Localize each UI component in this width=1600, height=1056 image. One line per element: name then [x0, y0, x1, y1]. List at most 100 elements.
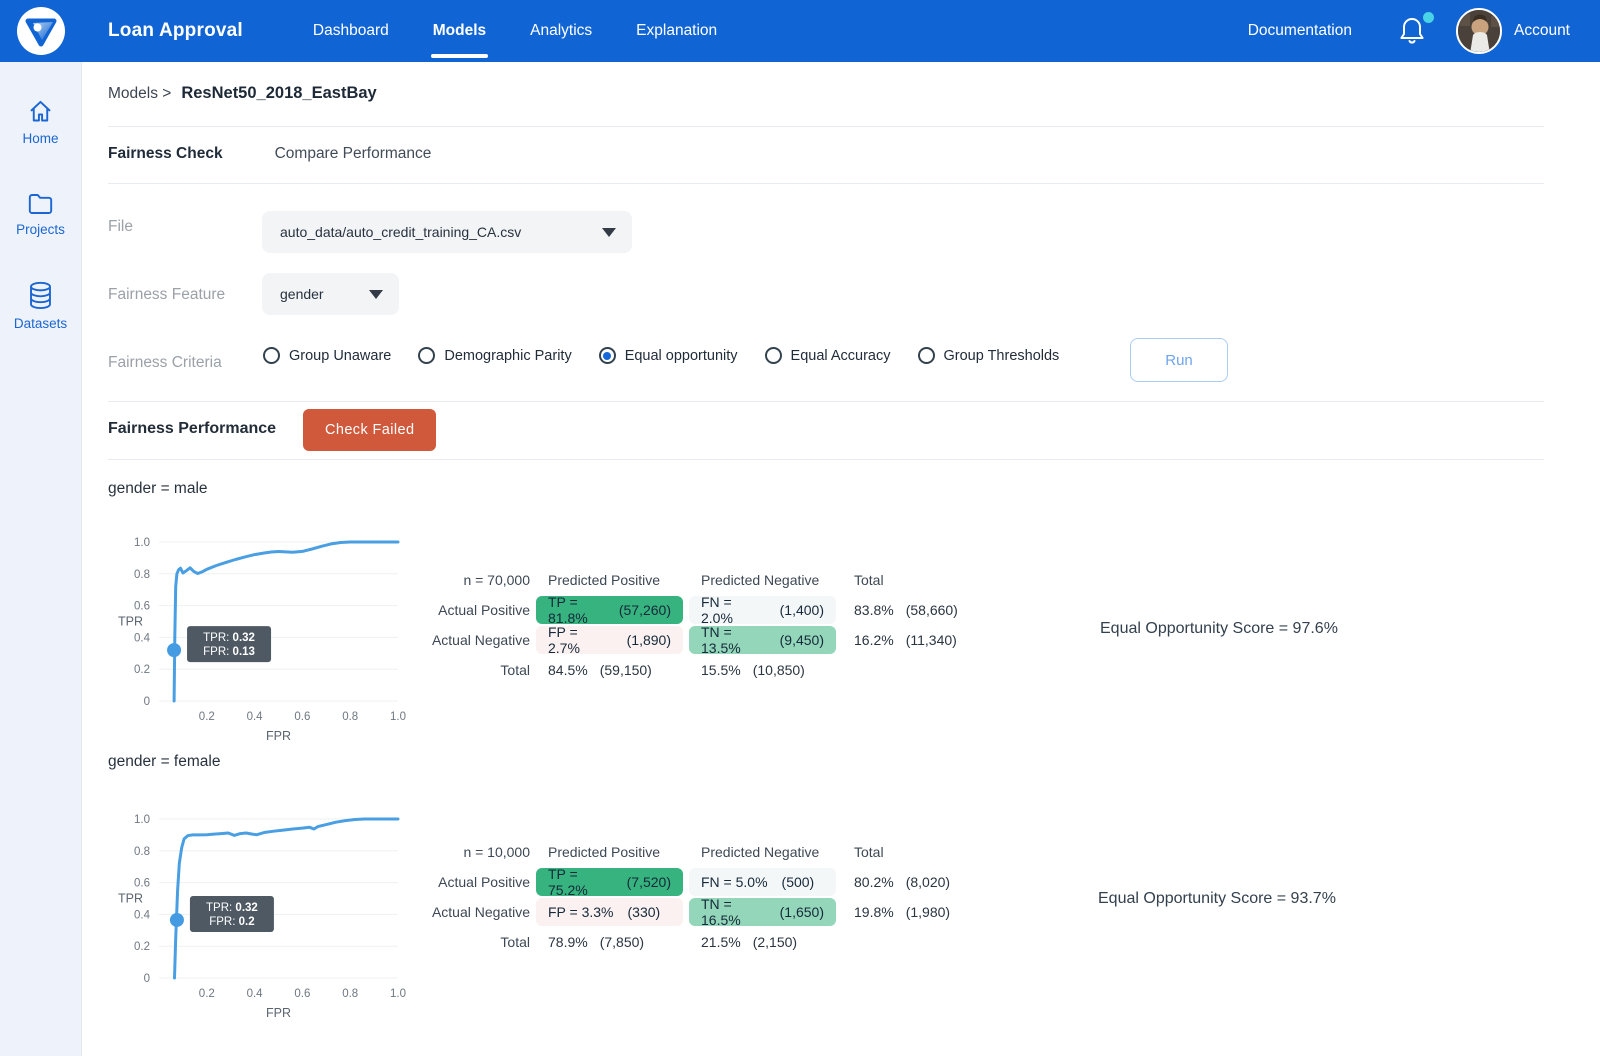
tn-cell: TN = 13.5%(9,450) — [689, 626, 836, 654]
fairness-criteria-label: Fairness Criteria — [108, 354, 222, 372]
divider — [108, 126, 1544, 127]
fairness-feature-dropdown[interactable]: gender — [262, 273, 399, 315]
svg-text:1.0: 1.0 — [390, 711, 406, 723]
nav-explanation[interactable]: Explanation — [636, 0, 717, 62]
equal-opportunity-score-male: Equal Opportunity Score = 97.6% — [1100, 620, 1338, 638]
breadcrumb-model-name: ResNet50_2018_EastBay — [181, 84, 376, 102]
file-label: File — [108, 218, 133, 236]
sidebar-item-label: Projects — [16, 222, 65, 237]
sidebar-item-datasets[interactable]: Datasets — [0, 281, 81, 331]
divider — [108, 401, 1544, 402]
top-nav: Dashboard Models Analytics Explanation — [313, 0, 717, 62]
svg-text:1.0: 1.0 — [134, 814, 150, 826]
svg-text:FPR: FPR — [266, 1006, 291, 1020]
radio-label: Equal Accuracy — [791, 348, 891, 364]
row-total: 83.8%(58,660) — [842, 596, 992, 624]
matrix-row-label: Actual Positive — [430, 868, 530, 896]
divider — [108, 459, 1544, 460]
radio-label: Equal opportunity — [625, 348, 738, 364]
tab-compare-performance[interactable]: Compare Performance — [275, 145, 432, 163]
svg-text:0.4: 0.4 — [134, 632, 151, 644]
matrix-row-label: Total — [430, 656, 530, 684]
app-logo[interactable] — [0, 7, 82, 55]
radio-checked-icon — [599, 347, 616, 364]
file-dropdown[interactable]: auto_data/auto_credit_training_CA.csv — [262, 211, 632, 253]
tab-bar: Fairness Check Compare Performance — [108, 145, 431, 163]
nav-models[interactable]: Models — [433, 0, 486, 62]
matrix-row-label: Actual Negative — [430, 898, 530, 926]
radio-icon — [418, 347, 435, 364]
svg-text:0.8: 0.8 — [342, 988, 358, 1000]
svg-text:TPR: 0.32: TPR: 0.32 — [206, 902, 258, 914]
svg-text:TPR: TPR — [118, 615, 143, 629]
matrix-col-header: Total — [842, 566, 992, 594]
svg-text:0.2: 0.2 — [199, 711, 215, 723]
radio-group-thresholds[interactable]: Group Thresholds — [918, 347, 1060, 364]
check-failed-badge: Check Failed — [303, 409, 436, 451]
col-total: 78.9%(7,850) — [536, 928, 683, 956]
breadcrumb-section[interactable]: Models > — [108, 85, 171, 102]
radio-equal-accuracy[interactable]: Equal Accuracy — [765, 347, 891, 364]
sidebar-item-projects[interactable]: Projects — [0, 192, 81, 237]
nav-dashboard[interactable]: Dashboard — [313, 0, 389, 62]
logo-circle — [17, 7, 65, 55]
fairness-feature-value: gender — [280, 286, 324, 302]
group-title-female: gender = female — [108, 753, 220, 771]
account-label[interactable]: Account — [1514, 22, 1570, 40]
bell-icon — [1398, 14, 1426, 46]
matrix-col-header: Predicted Positive — [536, 838, 683, 866]
svg-text:1.0: 1.0 — [134, 537, 150, 549]
matrix-n-label: n = 70,000 — [430, 566, 530, 594]
roc-chart-female[interactable]: 00.20.40.60.81.00.20.40.60.81.0TPRFPRTPR… — [104, 799, 424, 1031]
sidebar-item-label: Home — [22, 131, 58, 146]
app-title: Loan Approval — [108, 20, 243, 42]
avatar[interactable] — [1456, 8, 1502, 54]
group-title-male: gender = male — [108, 480, 208, 498]
nav-analytics[interactable]: Analytics — [530, 0, 592, 62]
radio-group-unaware[interactable]: Group Unaware — [263, 347, 391, 364]
run-button[interactable]: Run — [1130, 338, 1228, 382]
documentation-link[interactable]: Documentation — [1248, 22, 1352, 40]
folder-icon — [27, 192, 54, 216]
notification-dot — [1423, 12, 1434, 23]
fairness-criteria-options: Group Unaware Demographic Parity Equal o… — [263, 347, 1059, 364]
notifications-button[interactable] — [1398, 14, 1428, 48]
svg-text:0.6: 0.6 — [134, 601, 150, 613]
tp-cell: TP = 75.2%(7,520) — [536, 868, 683, 896]
svg-text:TPR: 0.32: TPR: 0.32 — [203, 632, 255, 644]
roc-chart-male[interactable]: 00.20.40.60.81.00.20.40.60.81.0TPRFPRTPR… — [104, 522, 424, 754]
fp-cell: FP = 3.3%(330) — [536, 898, 683, 926]
confusion-matrix-female: n = 10,000 Predicted Positive Predicted … — [430, 838, 992, 956]
avatar-photo — [1458, 10, 1502, 54]
home-icon — [27, 98, 54, 125]
fairness-performance-label: Fairness Performance — [108, 420, 276, 438]
row-total: 19.8%(1,980) — [842, 898, 992, 926]
svg-text:0.2: 0.2 — [199, 988, 215, 1000]
radio-icon — [918, 347, 935, 364]
svg-text:0: 0 — [144, 973, 150, 985]
tab-fairness-check[interactable]: Fairness Check — [108, 145, 223, 163]
fn-cell: FN = 5.0%(500) — [689, 868, 836, 896]
svg-text:0.6: 0.6 — [134, 878, 150, 890]
equal-opportunity-score-female: Equal Opportunity Score = 93.7% — [1098, 890, 1336, 908]
top-right-cluster: Documentation Account — [1248, 8, 1600, 54]
col-total: 15.5%(10,850) — [689, 656, 836, 684]
matrix-col-header: Predicted Negative — [689, 838, 836, 866]
matrix-n-label: n = 10,000 — [430, 838, 530, 866]
divider — [108, 183, 1544, 184]
tn-cell: TN = 16.5%(1,650) — [689, 898, 836, 926]
database-icon — [27, 281, 54, 310]
sidebar-item-home[interactable]: Home — [0, 98, 81, 146]
radio-demographic-parity[interactable]: Demographic Parity — [418, 347, 571, 364]
col-total: 84.5%(59,150) — [536, 656, 683, 684]
radio-label: Group Unaware — [289, 348, 391, 364]
page: Loan Approval Dashboard Models Analytics… — [0, 0, 1600, 1056]
svg-text:0: 0 — [144, 696, 150, 708]
matrix-row-label: Total — [430, 928, 530, 956]
matrix-col-header: Predicted Negative — [689, 566, 836, 594]
radio-equal-opportunity[interactable]: Equal opportunity — [599, 347, 738, 364]
svg-text:0.8: 0.8 — [342, 711, 358, 723]
matrix-row-label: Actual Positive — [430, 596, 530, 624]
breadcrumb: Models > ResNet50_2018_EastBay — [108, 84, 377, 103]
chevron-down-icon — [369, 290, 383, 299]
